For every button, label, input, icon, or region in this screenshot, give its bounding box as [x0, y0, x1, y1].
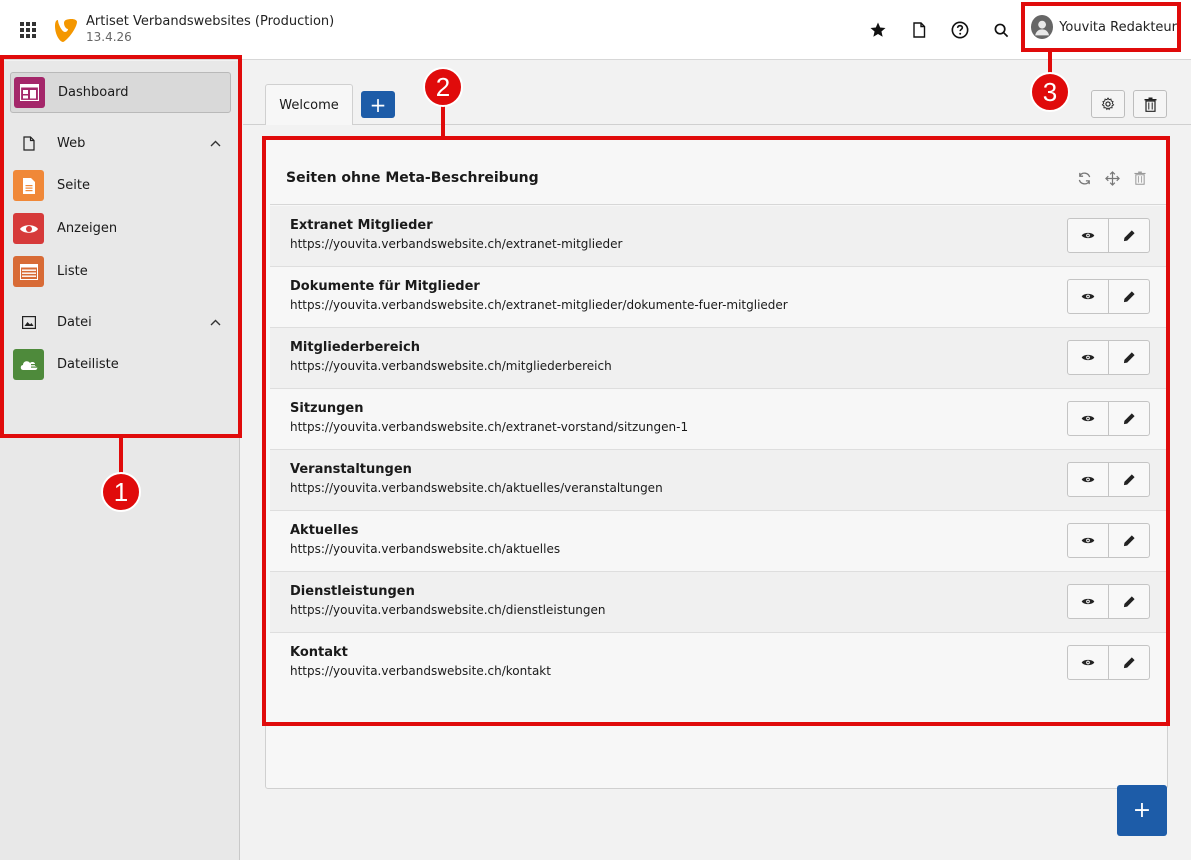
row-page-url: https://youvita.verbandswebsite.ch/mitgl… [290, 359, 612, 373]
move-icon[interactable] [1103, 169, 1121, 187]
edit-page-button[interactable] [1108, 341, 1149, 374]
table-row: Dokumente für Mitglieder https://youvita… [270, 267, 1166, 328]
row-page-url: https://youvita.verbandswebsite.ch/aktue… [290, 542, 561, 556]
widget-title: Seiten ohne Meta-Beschreibung [286, 170, 539, 186]
tab-bar-divider [243, 124, 1191, 125]
row-button-group [1067, 401, 1150, 436]
eye-icon [1081, 598, 1095, 605]
table-row: Aktuelles https://youvita.verbandswebsit… [270, 511, 1166, 572]
edit-page-button[interactable] [1108, 524, 1149, 557]
table-row: Dienstleistungen https://youvita.verband… [270, 572, 1166, 633]
pencil-icon [1123, 474, 1135, 486]
view-page-button[interactable] [1068, 524, 1108, 557]
table-row: Veranstaltungen https://youvita.verbands… [270, 450, 1166, 511]
dashboard-settings-button[interactable] [1091, 90, 1125, 118]
view-page-button[interactable] [1068, 402, 1108, 435]
view-page-button[interactable] [1068, 280, 1108, 313]
add-widget-button[interactable]: + [1117, 785, 1167, 836]
row-page-title: Dienstleistungen [290, 584, 415, 599]
row-button-group [1067, 340, 1150, 375]
row-button-group [1067, 584, 1150, 619]
row-page-url: https://youvita.verbandswebsite.ch/extra… [290, 420, 689, 434]
help-icon[interactable] [949, 19, 971, 41]
view-page-button[interactable] [1068, 219, 1108, 252]
pencil-icon [1123, 230, 1135, 242]
user-avatar-icon [1031, 15, 1054, 39]
row-page-title: Veranstaltungen [290, 462, 412, 477]
row-button-group [1067, 523, 1150, 558]
row-button-group [1067, 279, 1150, 314]
pencil-icon [1123, 413, 1135, 425]
document-icon[interactable] [908, 19, 930, 41]
star-icon[interactable] [867, 19, 889, 41]
tab-welcome[interactable]: Welcome [265, 84, 353, 125]
add-tab-button[interactable]: + [361, 91, 395, 118]
row-button-group [1067, 645, 1150, 680]
row-page-title: Mitgliederbereich [290, 340, 420, 355]
annotation-badge-2: 2 [423, 67, 463, 107]
pencil-icon [1123, 352, 1135, 364]
user-menu-button[interactable]: Youvita Redakteur [1021, 2, 1181, 52]
widget-header: Seiten ohne Meta-Beschreibung [270, 152, 1166, 205]
row-button-group [1067, 462, 1150, 497]
site-version: 13.4.26 [86, 30, 132, 44]
top-bar: Artiset Verbandswebsites (Production) 13… [0, 0, 1191, 60]
view-page-button[interactable] [1068, 585, 1108, 618]
eye-icon [1081, 415, 1095, 422]
table-row: Sitzungen https://youvita.verbandswebsit… [270, 389, 1166, 450]
row-page-title: Extranet Mitglieder [290, 218, 433, 233]
eye-icon [1081, 354, 1095, 361]
pencil-icon [1123, 535, 1135, 547]
edit-page-button[interactable] [1108, 280, 1149, 313]
row-page-title: Dokumente für Mitglieder [290, 279, 480, 294]
widget-pages-without-meta: Seiten ohne Meta-Beschreibung Extranet M… [262, 136, 1170, 726]
row-page-url: https://youvita.verbandswebsite.ch/aktue… [290, 481, 663, 495]
row-page-url: https://youvita.verbandswebsite.ch/konta… [290, 664, 551, 678]
eye-icon [1081, 537, 1095, 544]
typo3-logo-icon[interactable] [54, 17, 78, 43]
table-row: Kontakt https://youvita.verbandswebsite.… [270, 633, 1166, 694]
row-page-title: Kontakt [290, 645, 348, 660]
site-title: Artiset Verbandswebsites (Production) [86, 14, 335, 29]
edit-page-button[interactable] [1108, 219, 1149, 252]
view-page-button[interactable] [1068, 341, 1108, 374]
edit-page-button[interactable] [1108, 463, 1149, 496]
refresh-icon[interactable] [1075, 169, 1093, 187]
row-page-title: Sitzungen [290, 401, 364, 416]
row-page-url: https://youvita.verbandswebsite.ch/diens… [290, 603, 606, 617]
trash-icon[interactable] [1131, 169, 1149, 187]
pencil-icon [1123, 657, 1135, 669]
table-row: Extranet Mitglieder https://youvita.verb… [270, 206, 1166, 267]
annotation-connector [119, 437, 123, 475]
view-page-button[interactable] [1068, 463, 1108, 496]
edit-page-button[interactable] [1108, 402, 1149, 435]
row-button-group [1067, 218, 1150, 253]
annotation-badge-3: 3 [1030, 72, 1070, 112]
table-row: Mitgliederbereich https://youvita.verban… [270, 328, 1166, 389]
view-page-button[interactable] [1068, 646, 1108, 679]
row-page-url: https://youvita.verbandswebsite.ch/extra… [290, 237, 623, 251]
pencil-icon [1123, 291, 1135, 303]
sidebar-highlight-frame [0, 55, 242, 438]
eye-icon [1081, 476, 1095, 483]
apps-grid-icon[interactable] [20, 22, 36, 38]
user-name: Youvita Redakteur [1059, 19, 1177, 35]
annotation-badge-1: 1 [101, 472, 141, 512]
row-page-url: https://youvita.verbandswebsite.ch/extra… [290, 298, 788, 312]
eye-icon [1081, 293, 1095, 300]
row-page-title: Aktuelles [290, 523, 359, 538]
trash-icon [1144, 97, 1156, 112]
edit-page-button[interactable] [1108, 646, 1149, 679]
search-icon[interactable] [990, 19, 1012, 41]
delete-dashboard-button[interactable] [1133, 90, 1167, 118]
gear-icon [1101, 97, 1115, 111]
pencil-icon [1123, 596, 1135, 608]
eye-icon [1081, 659, 1095, 666]
edit-page-button[interactable] [1108, 585, 1149, 618]
eye-icon [1081, 232, 1095, 239]
